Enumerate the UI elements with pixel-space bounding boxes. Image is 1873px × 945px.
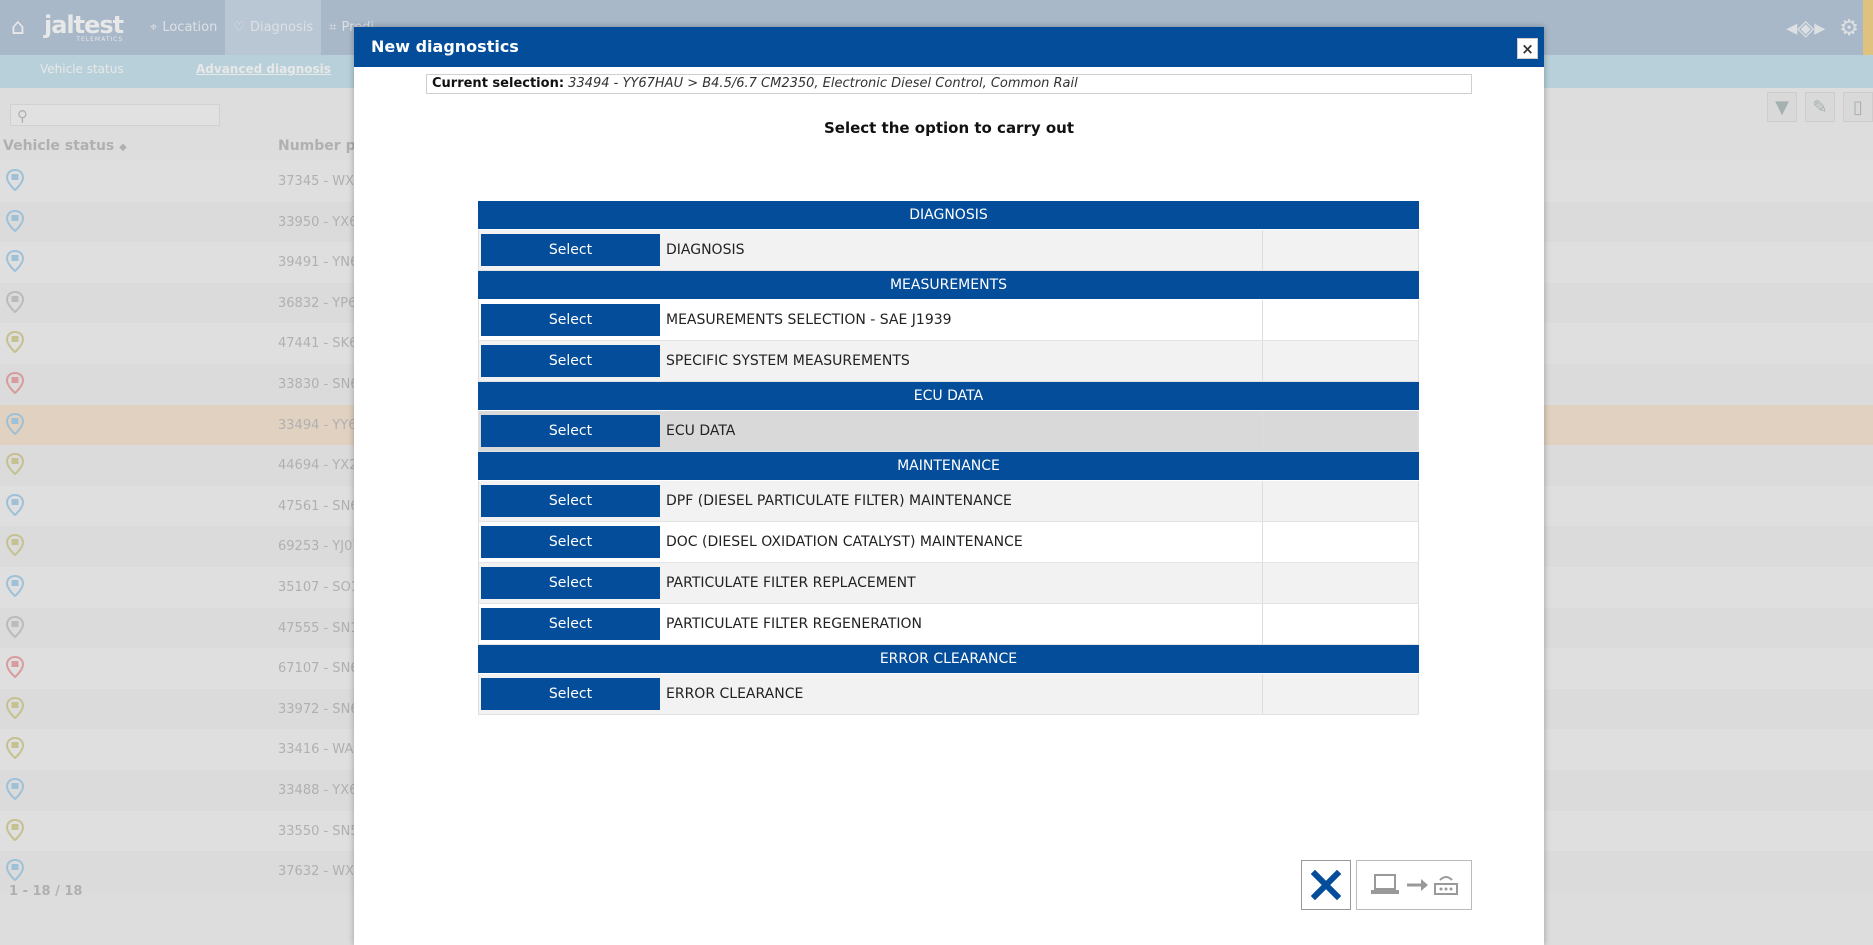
dialog-title: New diagnostics xyxy=(371,37,519,56)
option-row[interactable]: Select SPECIFIC SYSTEM MEASUREMENTS xyxy=(478,341,1419,382)
option-row[interactable]: Select DPF (DIESEL PARTICULATE FILTER) MA… xyxy=(478,481,1419,522)
column-divider xyxy=(1262,481,1263,521)
select-button[interactable]: Select xyxy=(481,678,660,710)
close-x-icon xyxy=(1311,870,1341,900)
option-row[interactable]: Select MEASUREMENTS SELECTION - SAE J1939 xyxy=(478,300,1419,341)
row-divider xyxy=(478,674,479,714)
send-to-device-button[interactable] xyxy=(1356,860,1472,910)
option-label: SPECIFIC SYSTEM MEASUREMENTS xyxy=(666,353,910,369)
row-divider xyxy=(1418,674,1419,714)
option-row[interactable]: Select PARTICULATE FILTER REGENERATION xyxy=(478,604,1419,645)
selection-label: Current selection: xyxy=(432,76,565,91)
cancel-button[interactable] xyxy=(1301,860,1351,910)
row-divider xyxy=(478,411,479,451)
column-divider xyxy=(1262,604,1263,644)
option-label: DOC (DIESEL OXIDATION CATALYST) MAINTENA… xyxy=(666,534,1023,550)
new-diagnostics-dialog: New diagnostics × Current selection: 334… xyxy=(354,27,1544,945)
select-button[interactable]: Select xyxy=(481,415,660,447)
select-button[interactable]: Select xyxy=(481,526,660,558)
section-header: ECU DATA xyxy=(478,382,1419,410)
select-button[interactable]: Select xyxy=(481,608,660,640)
section-header: MEASUREMENTS xyxy=(478,271,1419,299)
select-button[interactable]: Select xyxy=(481,567,660,599)
column-divider xyxy=(1262,411,1263,451)
option-label: ERROR CLEARANCE xyxy=(666,686,804,702)
option-label: MEASUREMENTS SELECTION - SAE J1939 xyxy=(666,312,952,328)
column-divider xyxy=(1262,341,1263,381)
current-selection: Current selection: 33494 - YY67HAU > B4.… xyxy=(426,74,1472,94)
option-label: PARTICULATE FILTER REPLACEMENT xyxy=(666,575,916,591)
column-divider xyxy=(1262,563,1263,603)
option-row[interactable]: Select ECU DATA xyxy=(478,411,1419,452)
row-divider xyxy=(478,522,479,562)
select-button[interactable]: Select xyxy=(481,345,660,377)
row-divider xyxy=(478,604,479,644)
row-divider xyxy=(1418,563,1419,603)
row-divider xyxy=(1418,604,1419,644)
select-button[interactable]: Select xyxy=(481,234,660,266)
section-header: ERROR CLEARANCE xyxy=(478,645,1419,673)
column-divider xyxy=(1262,300,1263,340)
option-label: DPF (DIESEL PARTICULATE FILTER) MAINTENA… xyxy=(666,493,1012,509)
column-divider xyxy=(1262,230,1263,270)
row-divider xyxy=(1418,411,1419,451)
close-button[interactable]: × xyxy=(1517,38,1538,59)
option-list: DIAGNOSIS Select DIAGNOSIS MEASUREMENTS Sele… xyxy=(478,201,1419,715)
section-header: DIAGNOSIS xyxy=(478,201,1419,229)
select-button[interactable]: Select xyxy=(481,485,660,517)
instruction-text: Select the option to carry out xyxy=(823,119,1075,137)
dialog-header: New diagnostics × xyxy=(354,27,1544,67)
option-label: DIAGNOSIS xyxy=(666,242,745,258)
row-divider xyxy=(478,341,479,381)
laptop-to-device-icon xyxy=(1371,874,1458,895)
selection-value: 33494 - YY67HAU > B4.5/6.7 CM2350, Elect… xyxy=(568,76,1078,91)
option-row[interactable]: Select DOC (DIESEL OXIDATION CATALYST) MA… xyxy=(478,522,1419,563)
row-divider xyxy=(1418,230,1419,270)
option-row[interactable]: Select DIAGNOSIS xyxy=(478,230,1419,271)
option-label: PARTICULATE FILTER REGENERATION xyxy=(666,616,923,632)
column-divider xyxy=(1262,674,1263,714)
option-row[interactable]: Select ERROR CLEARANCE xyxy=(478,674,1419,715)
row-divider xyxy=(478,300,479,340)
column-divider xyxy=(1262,522,1263,562)
row-divider xyxy=(478,230,479,270)
select-button[interactable]: Select xyxy=(481,304,660,336)
row-divider xyxy=(478,481,479,521)
row-divider xyxy=(1418,481,1419,521)
row-divider xyxy=(1418,522,1419,562)
row-divider xyxy=(478,563,479,603)
option-label: ECU DATA xyxy=(666,423,736,439)
row-divider xyxy=(1418,300,1419,340)
section-header: MAINTENANCE xyxy=(478,452,1419,480)
row-divider xyxy=(1418,341,1419,381)
option-row[interactable]: Select PARTICULATE FILTER REPLACEMENT xyxy=(478,563,1419,604)
